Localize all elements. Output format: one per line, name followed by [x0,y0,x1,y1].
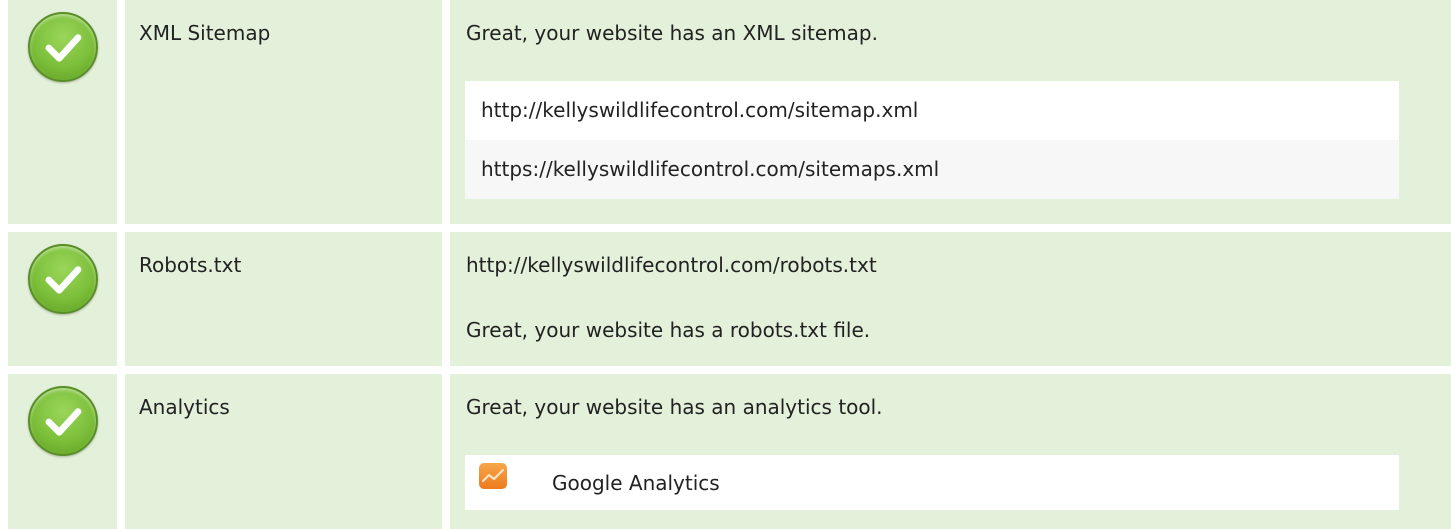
analytics-tool-name: Google Analytics [552,471,720,495]
check-details-cell: http://kellyswildlifecontrol.com/robots.… [450,232,1451,366]
check-message: Great, your website has a robots.txt fil… [466,318,871,342]
check-label: Robots.txt [139,253,242,277]
check-circle-icon [28,12,98,82]
robots-url[interactable]: http://kellyswildlifecontrol.com/robots.… [466,252,877,278]
status-cell [8,232,117,366]
check-row-analytics: Analytics Great, your website has an ana… [0,374,1451,529]
check-details-cell: Great, your website has an analytics too… [450,374,1451,529]
check-details-cell: Great, your website has an XML sitemap. … [450,0,1451,224]
check-label-cell: Analytics [125,374,442,529]
sitemap-url[interactable]: https://kellyswildlifecontrol.com/sitema… [465,140,1399,199]
sitemap-url-list: http://kellyswildlifecontrol.com/sitemap… [465,81,1399,199]
analytics-tool-item: Google Analytics [465,455,1399,510]
check-circle-icon [28,244,98,314]
status-cell [8,374,117,529]
sitemap-url[interactable]: http://kellyswildlifecontrol.com/sitemap… [465,81,1399,140]
check-row-xml-sitemap: XML Sitemap Great, your website has an X… [0,0,1451,224]
check-row-robots-txt: Robots.txt http://kellyswildlifecontrol.… [0,232,1451,366]
check-label-cell: XML Sitemap [125,0,442,224]
check-message: Great, your website has an XML sitemap. [466,21,878,45]
google-analytics-icon [479,463,507,489]
check-label: XML Sitemap [139,21,271,45]
check-label-cell: Robots.txt [125,232,442,366]
check-message: Great, your website has an analytics too… [466,395,883,419]
check-circle-icon [28,386,98,456]
seo-checks-page: XML Sitemap Great, your website has an X… [0,0,1451,529]
check-label: Analytics [139,395,230,419]
status-cell [8,0,117,224]
